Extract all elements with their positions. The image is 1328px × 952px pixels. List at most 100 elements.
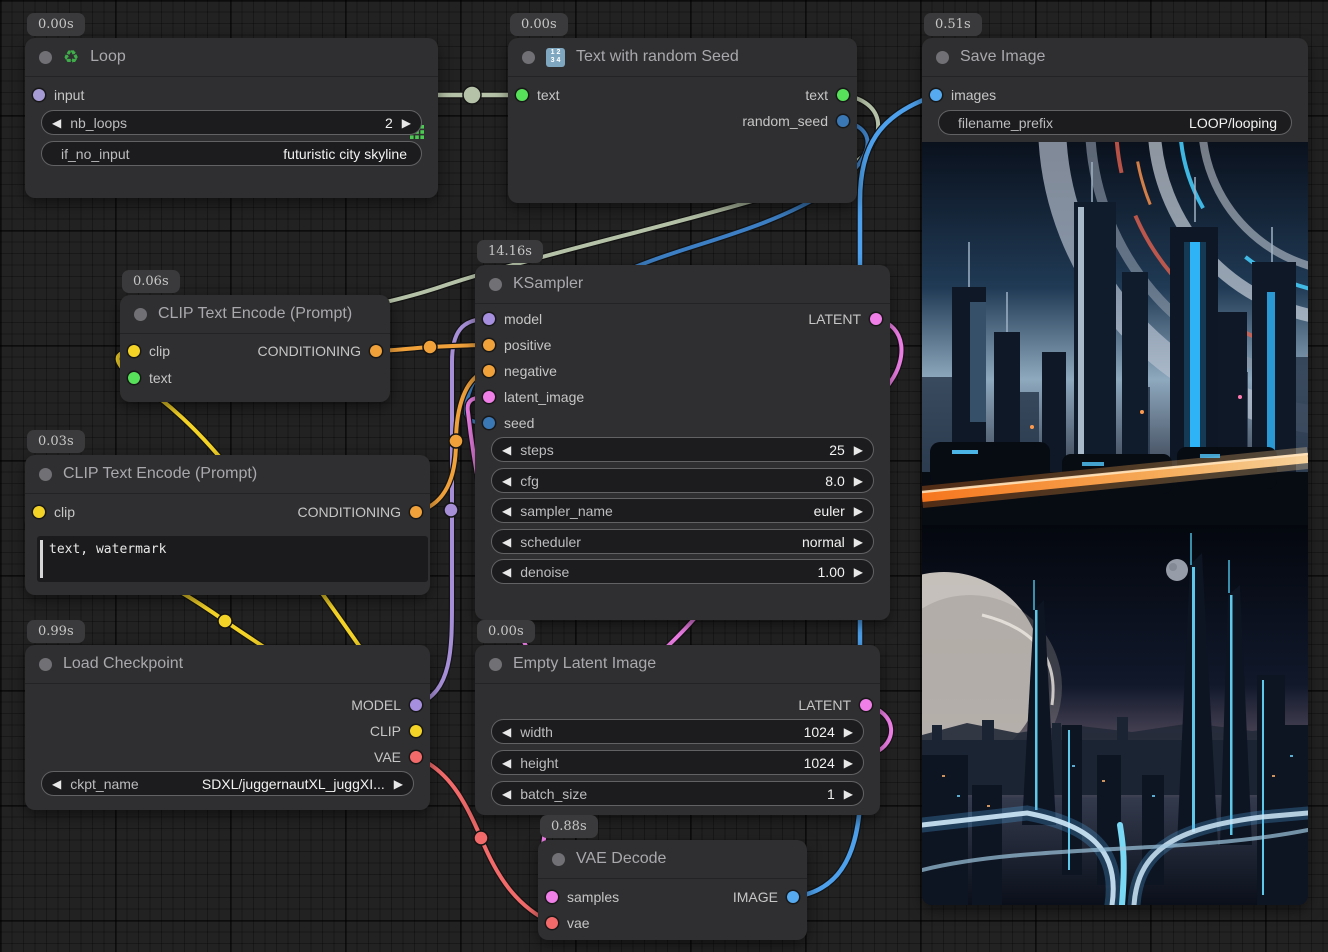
increment-arrow-icon[interactable]: ▶ [854, 536, 863, 548]
cfg-widget[interactable]: ◀ cfg 8.0 ▶ [491, 468, 874, 493]
increment-arrow-icon[interactable]: ▶ [844, 726, 853, 738]
random-seed-output-dot[interactable] [837, 115, 849, 127]
node-header[interactable]: Load Checkpoint [25, 645, 430, 684]
node-clip-text-encode-negative[interactable]: 0.03s CLIP Text Encode (Prompt) clip CON… [25, 455, 430, 595]
decrement-arrow-icon[interactable]: ◀ [502, 444, 511, 456]
negative-input-dot[interactable] [483, 365, 495, 377]
increment-arrow-icon[interactable]: ▶ [394, 778, 403, 790]
node-load-checkpoint[interactable]: 0.99s Load Checkpoint MODEL CLIP VAE ◀ c… [25, 645, 430, 810]
clip-input-dot[interactable] [33, 506, 45, 518]
latent-output-dot[interactable] [860, 699, 872, 711]
generated-image-1[interactable] [922, 142, 1308, 525]
nb-loops-widget[interactable]: ◀ nb_loops 2 ▶ [41, 110, 422, 135]
collapse-dot[interactable] [39, 468, 52, 481]
increment-arrow-icon[interactable]: ▶ [854, 475, 863, 487]
increment-arrow-icon[interactable]: ▶ [844, 757, 853, 769]
decrement-arrow-icon[interactable]: ◀ [502, 505, 511, 517]
latent-output-dot[interactable] [870, 313, 882, 325]
reroute-dot-positive[interactable] [423, 340, 437, 354]
scheduler-widget[interactable]: ◀ scheduler normal ▶ [491, 529, 874, 554]
filename-prefix-widget[interactable]: filename_prefix LOOP/looping [938, 110, 1292, 135]
reroute-dot-model[interactable] [444, 503, 458, 517]
if-no-input-widget[interactable]: if_no_input futuristic city skyline [41, 141, 422, 166]
node-loop[interactable]: 0.00s ♻ Loop input * ◀ nb_loops 2 ▶ [25, 38, 438, 198]
seed-input-dot[interactable] [483, 417, 495, 429]
node-clip-text-encode-positive[interactable]: 0.06s CLIP Text Encode (Prompt) clip tex… [120, 295, 390, 402]
reroute-dot-sage[interactable] [463, 86, 481, 104]
generated-image-2[interactable] [922, 525, 1308, 905]
increment-arrow-icon[interactable]: ▶ [402, 117, 411, 129]
node-header[interactable]: CLIP Text Encode (Prompt) [120, 295, 390, 334]
clip-input-dot[interactable] [128, 345, 140, 357]
increment-arrow-icon[interactable]: ▶ [844, 788, 853, 800]
height-widget[interactable]: ◀ height 1024 ▶ [491, 750, 864, 775]
batch-size-widget[interactable]: ◀ batch_size 1 ▶ [491, 781, 864, 806]
collapse-dot[interactable] [39, 658, 52, 671]
node-graph-canvas[interactable]: 0.00s ♻ Loop input * ◀ nb_loops 2 ▶ [0, 0, 1328, 952]
increment-arrow-icon[interactable]: ▶ [854, 444, 863, 456]
text-input-dot[interactable] [516, 89, 528, 101]
decrement-arrow-icon[interactable]: ◀ [502, 726, 511, 738]
decrement-arrow-icon[interactable]: ◀ [502, 757, 511, 769]
node-save-image[interactable]: 0.51s Save Image images filename_prefix … [922, 38, 1308, 905]
exec-time-badge: 0.00s [510, 13, 568, 36]
decrement-arrow-icon[interactable]: ◀ [502, 475, 511, 487]
text-caret [40, 540, 43, 578]
prompt-textarea[interactable]: text, watermark [37, 536, 428, 582]
vae-input-dot[interactable] [546, 917, 558, 929]
reroute-dot-clip[interactable] [218, 614, 232, 628]
clip-output-dot[interactable] [410, 725, 422, 737]
input-port-dot[interactable] [33, 89, 45, 101]
node-empty-latent-image[interactable]: 0.00s Empty Latent Image LATENT ◀ width … [475, 645, 880, 815]
ckpt-name-widget[interactable]: ◀ ckpt_name SDXL/juggernautXL_juggXI... … [41, 771, 414, 796]
port-latent-image-in: latent_image [483, 388, 584, 406]
node-text-with-random-seed[interactable]: 0.00s 1 2 3 4 Text with random Seed text… [508, 38, 857, 203]
sampler-name-widget[interactable]: ◀ sampler_name euler ▶ [491, 498, 874, 523]
latent-image-input-dot[interactable] [483, 391, 495, 403]
decrement-arrow-icon[interactable]: ◀ [52, 117, 61, 129]
decrement-arrow-icon[interactable]: ◀ [52, 778, 61, 790]
text-output-dot[interactable] [837, 89, 849, 101]
conditioning-output-dot[interactable] [370, 345, 382, 357]
decrement-arrow-icon[interactable]: ◀ [502, 536, 511, 548]
port-conditioning-out: CONDITIONING [298, 503, 422, 521]
images-input-dot[interactable] [930, 89, 942, 101]
node-header[interactable]: Save Image [922, 38, 1308, 77]
conditioning-output-dot[interactable] [410, 506, 422, 518]
collapse-dot[interactable] [522, 51, 535, 64]
model-input-dot[interactable] [483, 313, 495, 325]
node-vae-decode[interactable]: 0.88s VAE Decode samples vae IMAGE [538, 840, 807, 940]
collapse-dot[interactable] [489, 658, 502, 671]
exec-time-badge: 0.88s [540, 815, 598, 838]
text-input-dot[interactable] [128, 372, 140, 384]
node-header[interactable]: VAE Decode [538, 840, 807, 879]
vae-output-dot[interactable] [410, 751, 422, 763]
collapse-dot[interactable] [39, 51, 52, 64]
steps-widget[interactable]: ◀ steps 25 ▶ [491, 437, 874, 462]
node-header[interactable]: ♻ Loop [25, 38, 438, 77]
positive-input-dot[interactable] [483, 339, 495, 351]
collapse-dot[interactable] [489, 278, 502, 291]
node-ksampler[interactable]: 14.16s KSampler model positive negative … [475, 265, 890, 620]
decrement-arrow-icon[interactable]: ◀ [502, 788, 511, 800]
collapse-dot[interactable] [134, 308, 147, 321]
reroute-dot-vae[interactable] [474, 831, 488, 845]
collapse-dot[interactable] [552, 853, 565, 866]
model-output-dot[interactable] [410, 699, 422, 711]
reroute-dot-negative[interactable] [449, 434, 463, 448]
increment-arrow-icon[interactable]: ▶ [854, 505, 863, 517]
node-header[interactable]: CLIP Text Encode (Prompt) [25, 455, 430, 494]
decrement-arrow-icon[interactable]: ◀ [502, 566, 511, 578]
width-widget[interactable]: ◀ width 1024 ▶ [491, 719, 864, 744]
node-header[interactable]: Empty Latent Image [475, 645, 880, 684]
port-random-seed-out: random_seed [742, 112, 849, 130]
node-header[interactable]: KSampler [475, 265, 890, 304]
samples-input-dot[interactable] [546, 891, 558, 903]
denoise-widget[interactable]: ◀ denoise 1.00 ▶ [491, 559, 874, 584]
node-header[interactable]: 1 2 3 4 Text with random Seed [508, 38, 857, 77]
collapse-dot[interactable] [936, 51, 949, 64]
increment-arrow-icon[interactable]: ▶ [854, 566, 863, 578]
port-input: input [33, 86, 84, 104]
image-output-dot[interactable] [787, 891, 799, 903]
recycle-icon: ♻ [63, 47, 79, 68]
